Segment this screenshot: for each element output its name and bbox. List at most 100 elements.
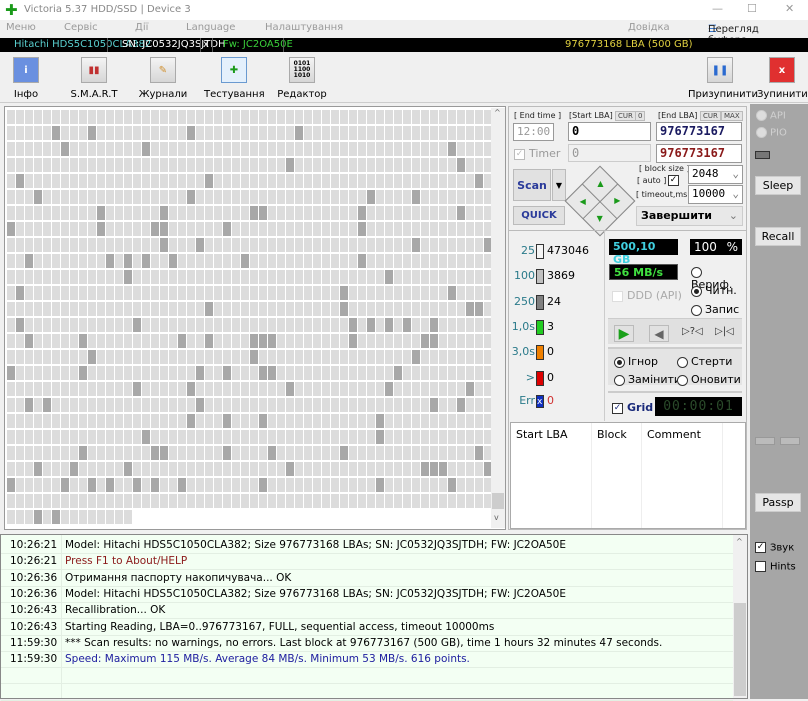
refresh-radio[interactable]: Оновити bbox=[677, 373, 741, 386]
column-start-lba[interactable]: Start LBA bbox=[516, 428, 568, 441]
grid-cell bbox=[151, 414, 159, 428]
menu-item[interactable]: Меню bbox=[6, 22, 36, 33]
grid-cell bbox=[277, 126, 285, 140]
grid-checkbox[interactable]: ✓ Grid bbox=[612, 401, 653, 414]
log-scrollbar[interactable]: ^ bbox=[733, 535, 747, 698]
grid-cell bbox=[106, 126, 114, 140]
sound-checkbox[interactable]: ✓ Звук bbox=[755, 542, 794, 554]
read-radio[interactable]: Читн. bbox=[691, 284, 737, 297]
test-button[interactable]: ✚ Тестування bbox=[204, 57, 265, 100]
menu-item[interactable]: Налаштування bbox=[265, 22, 343, 33]
hints-checkbox[interactable]: Hints bbox=[755, 561, 796, 573]
grid-cell bbox=[466, 382, 474, 396]
grid-cell bbox=[358, 286, 366, 300]
grid-cell bbox=[178, 446, 186, 460]
write-radio[interactable]: Запис bbox=[691, 303, 739, 316]
grid-cell bbox=[151, 270, 159, 284]
grid-cell bbox=[475, 286, 483, 300]
grid-cell bbox=[97, 382, 105, 396]
passp-button[interactable]: Passp bbox=[755, 493, 801, 512]
menu-help[interactable]: Довідка bbox=[628, 22, 670, 33]
end-lba-input[interactable]: 976773167 bbox=[656, 122, 742, 141]
grid-cell bbox=[358, 318, 366, 332]
log-scroll-thumb[interactable] bbox=[734, 603, 746, 696]
grid-cell bbox=[241, 302, 249, 316]
smart-button[interactable]: ▮▮ S.M.A.R.T bbox=[64, 57, 124, 100]
menu-item[interactable]: Сервіс bbox=[64, 22, 98, 33]
grid-cell bbox=[79, 222, 87, 236]
grid-cell bbox=[214, 222, 222, 236]
grid-cell bbox=[97, 414, 105, 428]
quick-button[interactable]: QUICK bbox=[513, 206, 565, 225]
grid-scrollbar[interactable]: ^ v bbox=[491, 108, 505, 528]
grid-cell bbox=[61, 462, 69, 476]
maximize-button[interactable]: ☐ bbox=[747, 2, 757, 15]
grid-cell bbox=[304, 142, 312, 156]
timer-checkbox[interactable]: ✓ Timer bbox=[514, 147, 560, 160]
scroll-thumb[interactable] bbox=[492, 493, 504, 509]
play-forward-button[interactable]: ▶ bbox=[614, 325, 634, 342]
grid-cell bbox=[295, 318, 303, 332]
erase-radio[interactable]: Стерти bbox=[677, 355, 732, 368]
grid-cell bbox=[250, 190, 258, 204]
grid-cell bbox=[277, 174, 285, 188]
scroll-up-icon[interactable]: ^ bbox=[494, 108, 501, 117]
api-radio[interactable]: API bbox=[756, 110, 786, 122]
drive-close[interactable]: x bbox=[203, 38, 209, 52]
remap-radio[interactable]: Замінити bbox=[614, 373, 681, 386]
grid-cell bbox=[223, 334, 231, 348]
pio-radio[interactable]: PIO bbox=[756, 127, 787, 139]
end-time-input[interactable]: 12:00 bbox=[513, 123, 554, 141]
grid-cell bbox=[277, 158, 285, 172]
small-button-2[interactable] bbox=[780, 437, 800, 445]
random-seek-button[interactable]: ▷?◁ bbox=[682, 326, 703, 337]
grid-cell bbox=[43, 302, 51, 316]
block-size-select[interactable]: 2048 ⌄ bbox=[688, 165, 743, 184]
grid-cell bbox=[223, 446, 231, 460]
start-lba-input[interactable]: 0 bbox=[568, 122, 651, 141]
scan-dropdown[interactable]: ▼ bbox=[552, 169, 566, 201]
editor-button[interactable]: 0101 1100 1010 Редактор bbox=[276, 57, 328, 100]
info-button[interactable]: i Інфо bbox=[6, 57, 46, 100]
scan-button[interactable]: Scan bbox=[513, 169, 551, 201]
small-button-1[interactable] bbox=[755, 437, 775, 445]
grid-cell bbox=[394, 222, 402, 236]
end-max-button[interactable]: MAX bbox=[721, 111, 743, 121]
grid-cell bbox=[142, 126, 150, 140]
minimize-button[interactable]: — bbox=[712, 2, 723, 15]
grid-cell bbox=[268, 254, 276, 268]
play-backward-button[interactable]: ◀ bbox=[649, 325, 669, 342]
butterfly-button[interactable]: ▷|◁ bbox=[715, 326, 734, 337]
timeout-select[interactable]: 10000 ⌄ bbox=[688, 185, 743, 204]
stat-threshold: 100 bbox=[514, 269, 535, 282]
column-block[interactable]: Block bbox=[597, 428, 627, 441]
recall-button[interactable]: Recall bbox=[755, 227, 801, 246]
grid-cell bbox=[295, 238, 303, 252]
sleep-button[interactable]: Sleep bbox=[755, 176, 801, 195]
close-window-button[interactable]: ✕ bbox=[785, 2, 794, 15]
grid-cell bbox=[457, 334, 465, 348]
grid-cell bbox=[367, 206, 375, 220]
grid-cell bbox=[214, 446, 222, 460]
grid-cell bbox=[322, 126, 330, 140]
grid-cell bbox=[43, 350, 51, 364]
menu-item[interactable]: Language bbox=[186, 22, 235, 33]
grid-cell bbox=[385, 398, 393, 412]
scroll-down-icon[interactable]: v bbox=[494, 513, 499, 522]
logs-button[interactable]: ✎ Журнали bbox=[138, 57, 188, 100]
column-comment[interactable]: Comment bbox=[647, 428, 701, 441]
start-cur-button[interactable]: CUR bbox=[615, 111, 636, 121]
stat-threshold: 1,0s bbox=[511, 320, 535, 333]
app-logo-icon: ✚ bbox=[5, 1, 18, 19]
finish-action-select[interactable]: Завершити ⌄ bbox=[636, 206, 743, 226]
stop-button[interactable]: x Зупинити bbox=[757, 57, 808, 100]
grid-cell bbox=[205, 286, 213, 300]
ddd-checkbox[interactable]: DDD (API) bbox=[612, 289, 682, 302]
menu-item[interactable]: Дії bbox=[135, 22, 148, 33]
grid-cell bbox=[349, 462, 357, 476]
pause-button[interactable]: ❚❚ Призупинити bbox=[688, 57, 758, 100]
grid-cell bbox=[43, 318, 51, 332]
end-cur-button[interactable]: CUR bbox=[700, 111, 721, 121]
auto-checkbox[interactable]: ✓ bbox=[668, 175, 679, 186]
ignore-radio[interactable]: Ігнор bbox=[614, 355, 658, 368]
